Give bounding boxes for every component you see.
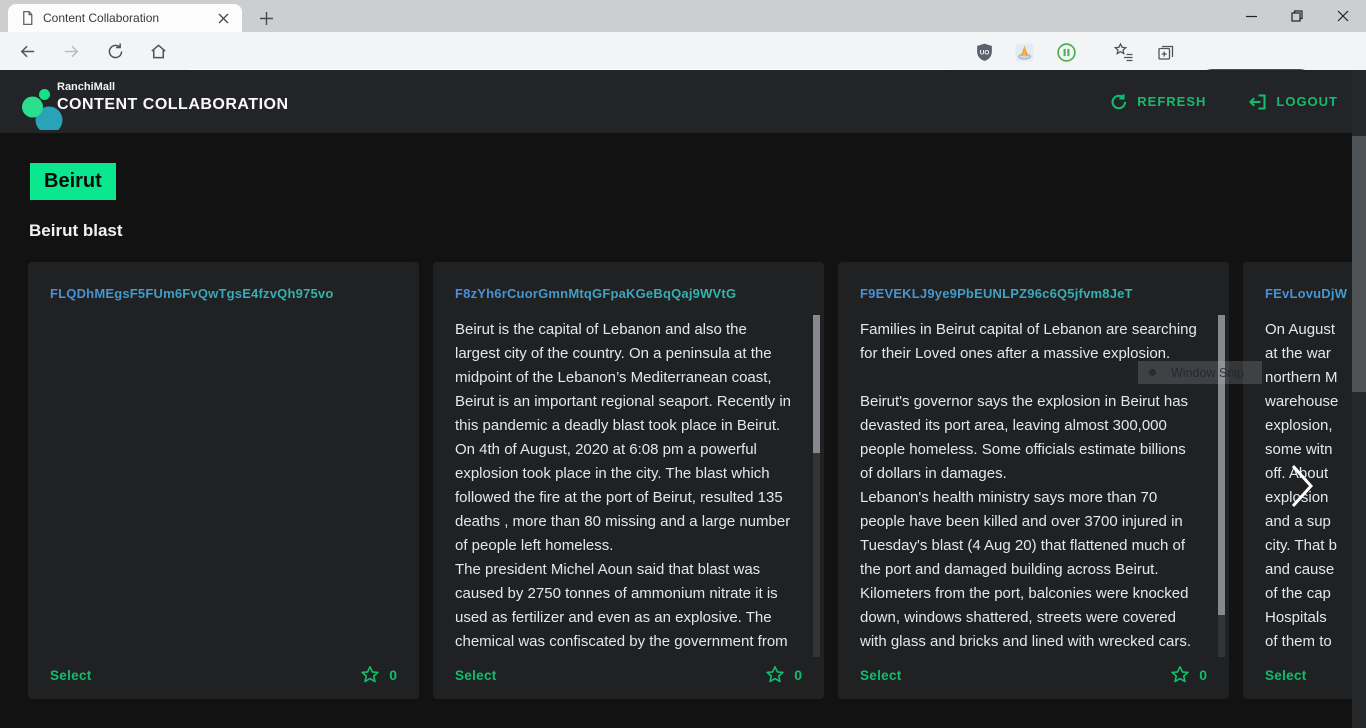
card-scrollbar[interactable] [813, 315, 820, 657]
select-button[interactable]: Select [455, 668, 497, 683]
topic-badge[interactable]: Beirut [30, 163, 116, 200]
snip-bullet-icon [1149, 369, 1156, 376]
card-footer: Select 0 [50, 662, 397, 688]
page-heading: Beirut blast [29, 221, 123, 241]
page-favicon-icon [20, 10, 35, 26]
content-card: FLQDhMEgsF5FUm6FvQwTgsE4fzvQh975vo Selec… [28, 262, 419, 699]
content-card: F8zYh6rCuorGmnMtqGFpaKGeBqQaj9WVtG Beiru… [433, 262, 824, 699]
forward-icon[interactable] [57, 37, 85, 65]
minimize-icon[interactable] [1228, 0, 1274, 32]
card-content-id[interactable]: FLQDhMEgsF5FUm6FvQwTgsE4fzvQh975vo [50, 286, 395, 301]
star-count: 0 [389, 667, 397, 683]
star-rating[interactable]: 0 [765, 665, 802, 685]
lamp-extension-icon[interactable] [1012, 40, 1036, 64]
card-scrollbar-thumb[interactable] [813, 315, 820, 453]
back-icon[interactable] [13, 37, 41, 65]
card-scrollbar-thumb[interactable] [1218, 315, 1225, 615]
window-snip-overlay: Window Snip [1138, 361, 1262, 384]
star-icon [765, 665, 785, 685]
logout-button[interactable]: LOGOUT [1248, 93, 1338, 111]
browser-tab-strip: Content Collaboration [0, 0, 1366, 32]
star-icon [1170, 665, 1190, 685]
logout-label: LOGOUT [1276, 94, 1338, 109]
refresh-button[interactable]: REFRESH [1110, 93, 1206, 111]
card-content-id[interactable]: FEvLovuDjW [1265, 286, 1366, 301]
card-content-id[interactable]: F9EVEKLJ9ye9PbEUNLPZ96c6Q5jfvm8JeT [860, 286, 1205, 301]
close-window-icon[interactable] [1320, 0, 1366, 32]
favorites-bar-icon[interactable] [1112, 40, 1136, 64]
ublock-extension-icon[interactable]: UO [972, 40, 996, 64]
ublock-badge-text: UO [979, 49, 989, 56]
collections-icon[interactable] [1154, 40, 1178, 64]
snip-label: Window Snip [1171, 366, 1244, 380]
card-content-id[interactable]: F8zYh6rCuorGmnMtqGFpaKGeBqQaj9WVtG [455, 286, 800, 301]
pause-extension-icon[interactable] [1054, 40, 1078, 64]
select-button[interactable]: Select [860, 668, 902, 683]
app-title: CONTENT COLLABORATION [57, 96, 289, 114]
select-button[interactable]: Select [1265, 668, 1307, 683]
cards-row: FLQDhMEgsF5FUm6FvQwTgsE4fzvQh975vo Selec… [28, 262, 1366, 699]
tab-close-icon[interactable] [214, 9, 232, 27]
page-scrollbar[interactable] [1352, 70, 1366, 728]
browser-toolbar: https://ranchimall.github.io/p2p-content… [0, 32, 1366, 70]
card-footer: Select [1265, 662, 1366, 688]
refresh-icon [1110, 93, 1128, 111]
card-body-text [50, 318, 391, 656]
restore-icon[interactable] [1274, 0, 1320, 32]
browser-tab[interactable]: Content Collaboration [8, 4, 242, 32]
new-tab-button[interactable] [252, 4, 280, 32]
star-count: 0 [1199, 667, 1207, 683]
star-count: 0 [794, 667, 802, 683]
star-rating[interactable]: 0 [360, 665, 397, 685]
star-rating[interactable]: 0 [1170, 665, 1207, 685]
brand-name: RanchiMall [57, 81, 289, 93]
page-content: Beirut Beirut blast FLQDhMEgsF5FUm6FvQwT… [0, 133, 1366, 728]
reload-icon[interactable] [101, 37, 129, 65]
star-icon [360, 665, 380, 685]
refresh-label: REFRESH [1137, 94, 1206, 109]
home-icon[interactable] [144, 37, 172, 65]
card-footer: Select 0 [455, 662, 802, 688]
brand-block: RanchiMall CONTENT COLLABORATION [57, 81, 289, 114]
select-button[interactable]: Select [50, 668, 92, 683]
carousel-next-icon[interactable] [1290, 463, 1316, 509]
page-scrollbar-thumb[interactable] [1352, 136, 1366, 392]
tab-title: Content Collaboration [43, 11, 214, 25]
card-body-text: Beirut is the capital of Lebanon and als… [455, 318, 796, 656]
content-card: F9EVEKLJ9ye9PbEUNLPZ96c6Q5jfvm8JeT Famil… [838, 262, 1229, 699]
card-footer: Select 0 [860, 662, 1207, 688]
app-header: RanchiMall CONTENT COLLABORATION REFRESH… [0, 70, 1366, 133]
logout-icon [1248, 93, 1267, 111]
window-controls [1228, 0, 1366, 32]
